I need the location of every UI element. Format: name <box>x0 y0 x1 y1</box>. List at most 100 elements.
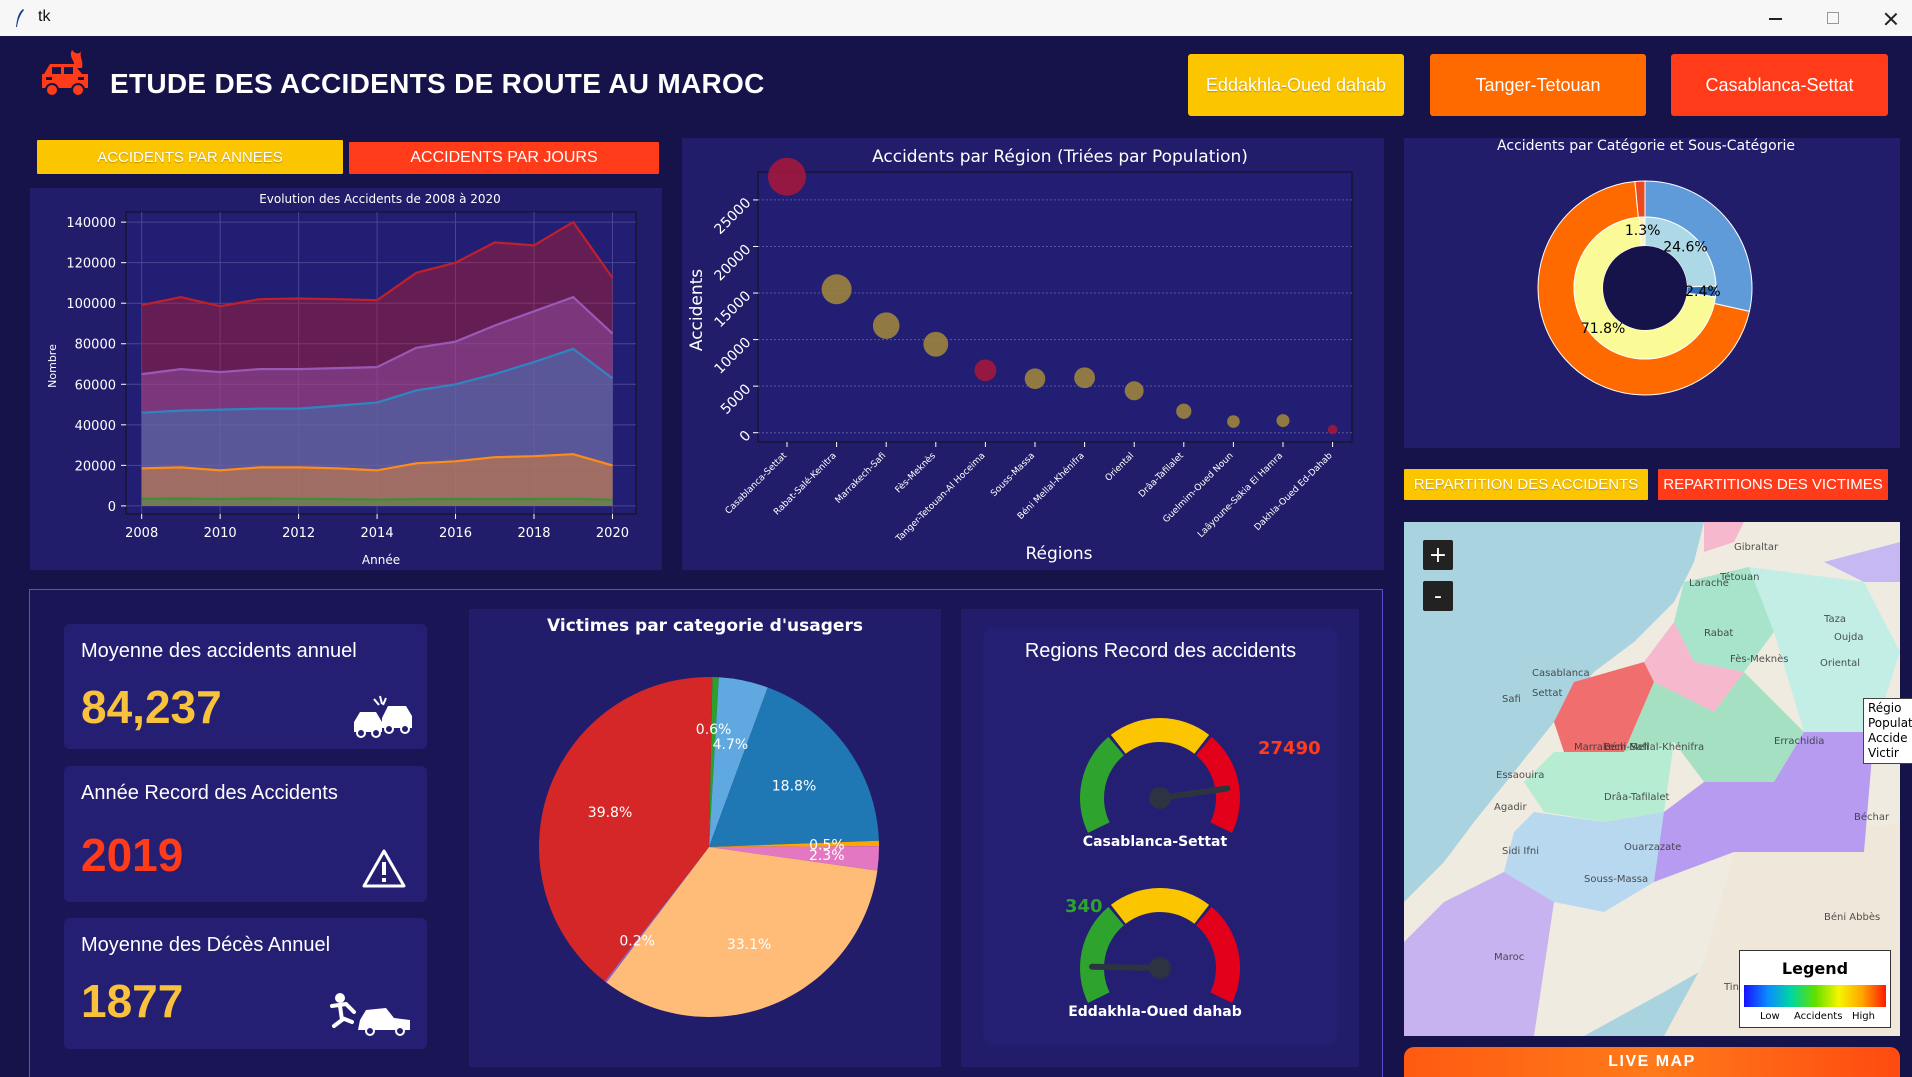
gauges-svg: 27490 Casablanca-Settat 340 Eddakhla-Oued … <box>1065 718 1321 1020</box>
x-tick-label: 2008 <box>125 526 158 541</box>
victims-pie-title: Victimes par categorie d'usagers <box>547 616 863 636</box>
tab-accidents-par-annees[interactable]: ACCIDENTS PAR ANNEES <box>37 140 343 174</box>
x-tick-label: Tanger-Tetouan-Al Hoceima <box>894 451 988 545</box>
map-place-label: Larache <box>1689 578 1729 589</box>
minimize-button[interactable] <box>1745 0 1803 36</box>
y-tick-label: 0 <box>737 428 755 446</box>
map-place-label: Gibraltar <box>1734 542 1779 553</box>
x-tick-label: Souss-Massa <box>989 451 1037 499</box>
kpi-label: Moyenne des Décès Annuel <box>81 934 331 956</box>
gauge-value: 340 <box>1065 896 1103 917</box>
region-button-casablanca[interactable]: Casablanca-Settat <box>1671 54 1888 116</box>
victims-pie-chart: Victimes par categorie d'usagers 0.6%4.7… <box>539 616 879 1017</box>
scatter-point <box>821 274 852 305</box>
victims-label: 0.2% <box>619 934 655 950</box>
map-place-label: Drâa-Tafilalet <box>1604 792 1670 803</box>
x-tick-label: 2012 <box>282 526 315 541</box>
popup-line: Accide <box>1868 731 1908 745</box>
popup-line: Victir <box>1868 746 1899 760</box>
legend-title: Legend <box>1781 959 1849 978</box>
y-tick-label: 20000 <box>75 459 116 474</box>
scatter-plot-frame <box>757 171 1353 443</box>
map-place-label: Béni Mellal-Khénifra <box>1604 742 1705 753</box>
close-button[interactable] <box>1861 0 1912 36</box>
maximize-button[interactable] <box>1803 0 1861 36</box>
window-title: tk <box>38 8 51 25</box>
y-tick-label: 120000 <box>66 257 116 272</box>
y-tick-label: 0 <box>108 500 116 515</box>
area-chart: Evolution des Accidents de 2008 à 2020 0… <box>46 192 637 567</box>
map-place-label: Safi <box>1502 694 1521 705</box>
scatter-point <box>1024 368 1046 389</box>
x-tick-label: Laâyoune-Sakia El Hamra <box>1196 451 1285 540</box>
x-tick-label: 2020 <box>596 526 629 541</box>
region-button-eddakhla[interactable]: Eddakhla-Oued dahab <box>1188 54 1404 116</box>
map-place-label: Oriental <box>1820 658 1861 669</box>
tab-repartition-accidents[interactable]: REPARTITION DES ACCIDENTS <box>1404 469 1648 500</box>
popup-line: Populati <box>1868 716 1912 730</box>
scatter-x-label: Régions <box>1025 544 1092 564</box>
gauge-hub <box>1149 787 1171 809</box>
y-tick-label: 60000 <box>75 378 116 393</box>
gauge-band <box>1110 888 1210 924</box>
region-button-tanger[interactable]: Tanger-Tetouan <box>1430 54 1646 116</box>
donut-label: 1.3% <box>1625 223 1661 239</box>
area-chart-title: Evolution des Accidents de 2008 à 2020 <box>259 192 501 206</box>
map-place-label: Oujda <box>1834 632 1864 643</box>
gauge-eddakhla: 340 Eddakhla-Oued dahab <box>1065 888 1242 1020</box>
victims-label: 0.6% <box>696 722 732 738</box>
x-tick-label: 2018 <box>517 526 550 541</box>
scatter-chart-title: Accidents par Région (Triées par Populat… <box>872 147 1248 167</box>
warning-icon <box>362 849 406 888</box>
tab-accidents-par-jours[interactable]: ACCIDENTS PAR JOURS <box>349 142 659 174</box>
y-tick-label: 10000 <box>712 335 755 378</box>
x-tick-label: 2016 <box>439 526 472 541</box>
zoom-in-button[interactable]: + <box>1423 540 1453 570</box>
scatter-point <box>974 359 997 382</box>
donut-label: 71.8% <box>1581 321 1625 337</box>
tab-repartition-victimes[interactable]: REPARTITIONS DES VICTIMES <box>1658 469 1888 500</box>
gauge-casablanca: 27490 Casablanca-Settat <box>1080 718 1321 850</box>
map-place-label: Essaouira <box>1496 770 1545 781</box>
y-tick-label: 15000 <box>712 288 755 331</box>
x-tick-label: 2010 <box>204 526 237 541</box>
scatter-chart: Accidents par Région (Triées par Populat… <box>687 147 1353 564</box>
scatter-x-ticks: Casablanca-SettatRabat-Salé-KenitraMarra… <box>724 442 1335 545</box>
kpi-value: 84,237 <box>81 681 222 733</box>
scatter-point <box>768 157 806 196</box>
legend-high: High <box>1852 1011 1875 1022</box>
x-tick-label: 2014 <box>361 526 394 541</box>
victims-label: 39.8% <box>588 805 632 821</box>
area-x-label: Année <box>362 553 400 567</box>
pedestrian-accident-icon <box>330 993 410 1036</box>
scatter-point <box>1227 415 1240 428</box>
scatter-point <box>1327 424 1338 435</box>
map-place-label: Béchar <box>1854 812 1890 823</box>
scatter-y-label: Accidents <box>687 269 707 351</box>
gauge-band <box>1110 718 1210 754</box>
map-place-label: Béni Abbès <box>1824 912 1881 923</box>
victims-label: 18.8% <box>772 778 816 794</box>
map-place-label: Maroc <box>1494 952 1525 963</box>
area-y-label: Nombre <box>46 344 59 388</box>
legend-low: Low <box>1760 1011 1780 1022</box>
scatter-y-ticks: 0 500010000150002000025000 <box>712 195 758 445</box>
gauge-band <box>1196 906 1240 1003</box>
zoom-out-button[interactable]: - <box>1423 581 1453 611</box>
gauge-hub <box>1149 957 1171 979</box>
map-place-label: Casablanca <box>1532 668 1590 679</box>
map-place-label: Souss-Massa <box>1584 874 1649 885</box>
area-x-ticks: 2008 2010 2012 2014 2016 2018 2020 <box>125 514 629 541</box>
legend-mid: Accidents <box>1794 1011 1843 1022</box>
area-y-ticks: 0 20000 40000 60000 80000 100000 120000 140000 <box>66 216 126 515</box>
live-map-button[interactable]: LIVE MAP <box>1404 1047 1900 1077</box>
scatter-point <box>1074 367 1095 389</box>
gauge-region-label: Eddakhla-Oued dahab <box>1068 1004 1242 1020</box>
window-titlebar: tk <box>0 0 1912 36</box>
map-place-label: Fès-Meknès <box>1730 654 1789 665</box>
y-tick-label: 40000 <box>75 419 116 434</box>
donut-chart-title: Accidents par Catégorie et Sous-Catégori… <box>1497 138 1795 154</box>
y-tick-label: 100000 <box>66 297 116 312</box>
scatter-point <box>923 331 949 357</box>
gauge-band <box>1080 736 1124 833</box>
